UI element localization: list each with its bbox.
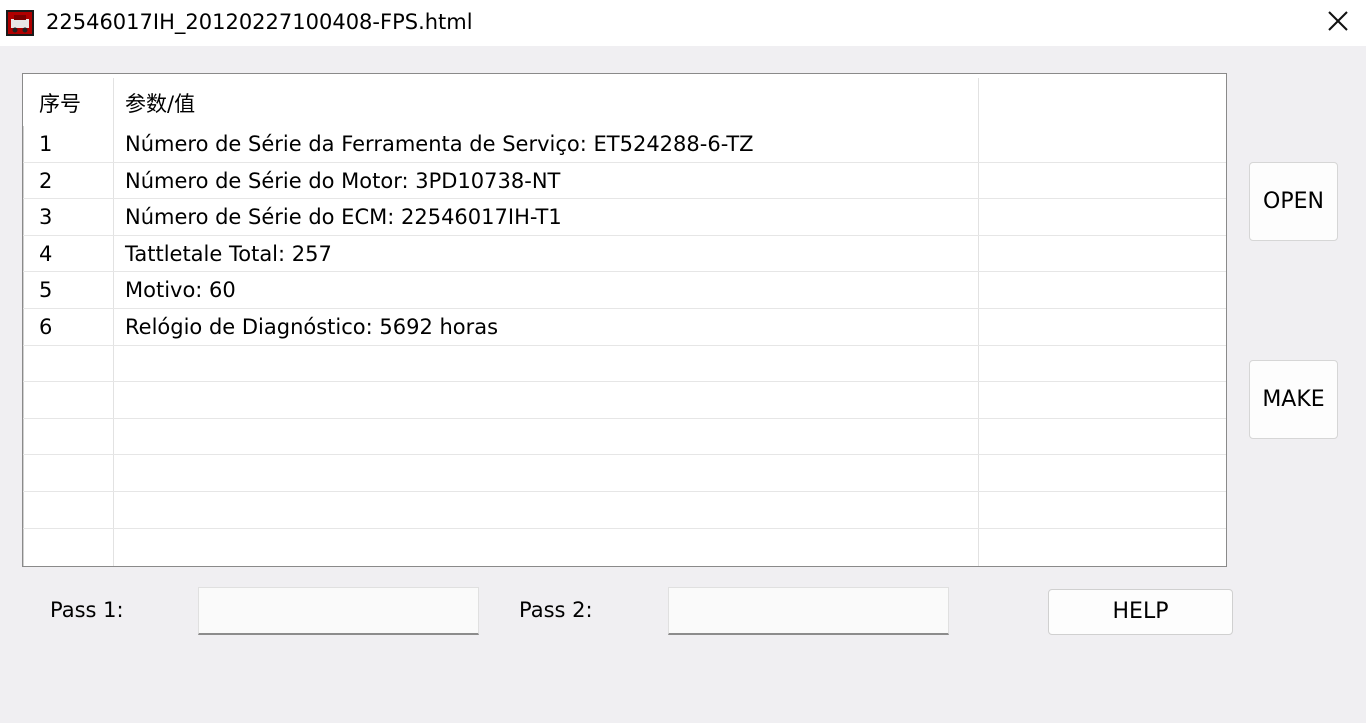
list-row[interactable]: 6 Relógio de Diagnóstico: 5692 horas bbox=[23, 309, 1226, 346]
list-header: 序号 参数/值 bbox=[23, 74, 1226, 126]
row-index: 6 bbox=[39, 314, 53, 339]
close-button[interactable] bbox=[1318, 4, 1358, 40]
row-value: Número de Série do ECM: 22546017IH-T1 bbox=[125, 205, 562, 230]
pass2-label: Pass 2: bbox=[519, 598, 593, 622]
row-value: Tattletale Total: 257 bbox=[125, 241, 332, 266]
list-row[interactable]: 5 Motivo: 60 bbox=[23, 272, 1226, 309]
list-row-empty[interactable] bbox=[23, 346, 1226, 383]
list-row[interactable]: 2 Número de Série do Motor: 3PD10738-NT bbox=[23, 163, 1226, 200]
close-icon bbox=[1328, 11, 1348, 31]
window-title: 22546017IH_20120227100408-FPS.html bbox=[46, 10, 473, 34]
row-index: 1 bbox=[39, 132, 53, 156]
row-index: 2 bbox=[39, 168, 53, 193]
list-row-empty[interactable] bbox=[23, 492, 1226, 529]
row-value: Número de Série do Motor: 3PD10738-NT bbox=[125, 168, 561, 193]
row-value: Número de Série da Ferramenta de Serviço… bbox=[125, 132, 754, 156]
row-value: Relógio de Diagnóstico: 5692 horas bbox=[125, 314, 499, 339]
column-header-index[interactable]: 序号 bbox=[39, 90, 81, 118]
list-row-empty[interactable] bbox=[23, 419, 1226, 456]
row-index: 4 bbox=[39, 241, 53, 266]
application-window: 22546017IH_20120227100408-FPS.html 序号 参数… bbox=[0, 0, 1366, 723]
list-row[interactable]: 1 Número de Série da Ferramenta de Serviç… bbox=[23, 126, 1226, 163]
pass1-label: Pass 1: bbox=[50, 598, 124, 622]
list-row-empty[interactable] bbox=[23, 382, 1226, 419]
column-header-parameter[interactable]: 参数/值 bbox=[125, 90, 195, 118]
list-row-empty[interactable] bbox=[23, 455, 1226, 492]
pass1-input[interactable] bbox=[198, 587, 479, 635]
row-value: Motivo: 60 bbox=[125, 278, 236, 303]
row-index: 5 bbox=[39, 278, 53, 303]
title-bar: 22546017IH_20120227100408-FPS.html bbox=[0, 0, 1366, 46]
pass2-input[interactable] bbox=[668, 587, 949, 635]
list-row[interactable]: 4 Tattletale Total: 257 bbox=[23, 236, 1226, 273]
app-icon bbox=[6, 10, 34, 36]
list-rows: 1 Número de Série da Ferramenta de Serviç… bbox=[23, 126, 1226, 565]
row-index: 3 bbox=[39, 205, 53, 230]
help-button[interactable]: HELP bbox=[1048, 589, 1233, 635]
parameter-list[interactable]: 序号 参数/值 1 Número de Série da Ferramenta d… bbox=[22, 73, 1227, 567]
make-button[interactable]: MAKE bbox=[1249, 360, 1338, 439]
list-row[interactable]: 3 Número de Série do ECM: 22546017IH-T1 bbox=[23, 199, 1226, 236]
list-row-empty[interactable] bbox=[23, 529, 1226, 566]
open-button[interactable]: OPEN bbox=[1249, 162, 1338, 241]
